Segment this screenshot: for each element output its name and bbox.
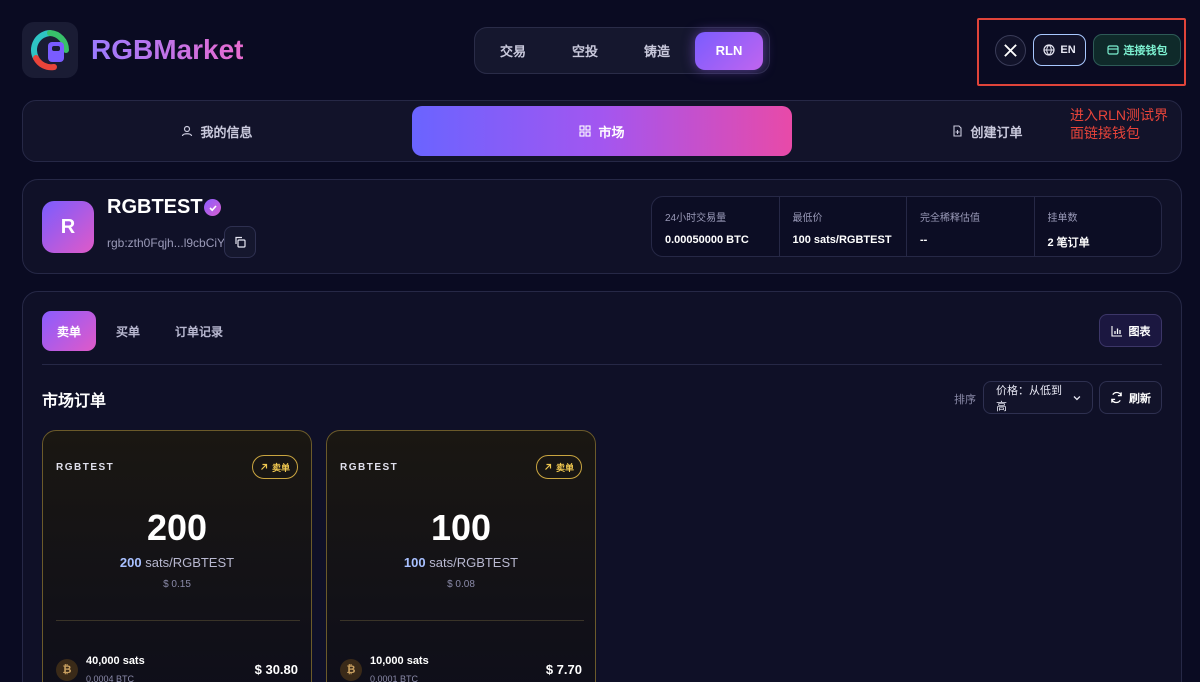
refresh-button[interactable]: 刷新 xyxy=(1099,381,1162,414)
refresh-button-label: 刷新 xyxy=(1129,392,1151,405)
stat-value: 0.00050000 BTC xyxy=(665,234,749,246)
order-price-number: 200 xyxy=(119,555,142,570)
section-tab-create-order-label: 创建订单 xyxy=(970,124,1023,140)
app-logo[interactable] xyxy=(22,22,78,78)
stat-value: -- xyxy=(920,234,928,246)
order-total-usd: $ 30.80 xyxy=(254,662,298,677)
section-tab-profile[interactable]: 我的信息 xyxy=(28,106,406,156)
order-tab-buy[interactable]: 买单 xyxy=(104,311,152,351)
stat-label: 24小时交易量 xyxy=(665,213,727,224)
file-plus-icon xyxy=(953,125,963,137)
grid-icon xyxy=(579,125,592,137)
order-tab-history[interactable]: 订单记录 xyxy=(166,311,232,351)
order-card[interactable]: RGBTEST 卖单 200 200 sats/RGBTEST $ 0.15 ₿… xyxy=(42,430,312,682)
refresh-icon xyxy=(1111,391,1122,404)
order-total-sats: 40,000 sats xyxy=(86,655,145,667)
globe-icon xyxy=(1043,44,1055,56)
connect-wallet-button[interactable]: 连接钱包 xyxy=(1093,34,1181,66)
section-tab-market-label: 市场 xyxy=(598,124,625,140)
connect-wallet-label: 连接钱包 xyxy=(1123,45,1168,57)
x-social-button[interactable] xyxy=(995,35,1026,66)
bar-chart-icon xyxy=(1110,325,1122,337)
stat-label: 最低价 xyxy=(792,213,823,224)
bitcoin-icon: ₿ xyxy=(340,659,362,681)
divider xyxy=(340,620,584,621)
stat-value: 100 sats/RGBTEST xyxy=(792,234,892,246)
order-price-unit: sats/RGBTEST xyxy=(429,555,519,570)
order-type-label: 卖单 xyxy=(271,462,290,473)
stat-volume: 24小时交易量 0.00050000 BTC xyxy=(652,197,780,256)
order-price-unit: sats/RGBTEST xyxy=(145,555,235,570)
stat-listings: 挂单数 2 笔订单 xyxy=(1035,197,1162,256)
stat-label: 挂单数 xyxy=(1047,213,1078,224)
x-logo-icon xyxy=(1004,44,1017,57)
order-unit-price: 100 sats/RGBTEST xyxy=(327,555,595,570)
market-orders-title: 市场订单 xyxy=(42,393,107,410)
user-icon xyxy=(182,125,193,137)
section-tab-profile-label: 我的信息 xyxy=(200,124,253,140)
order-total-btc: 0.0004 BTC xyxy=(86,674,135,682)
token-stats: 24小时交易量 0.00050000 BTC 最低价 100 sats/RGBT… xyxy=(651,196,1162,257)
order-amount: 200 xyxy=(146,507,208,548)
order-token-name: RGBTEST xyxy=(340,462,399,473)
arrow-up-right-icon xyxy=(545,463,552,470)
topnav-tab-airdrop[interactable]: 空投 xyxy=(551,32,619,70)
order-unit-usd: $ 0.15 xyxy=(163,579,191,590)
annotation-note: 进入RLN测试界面链接钱包 xyxy=(1070,107,1169,141)
topnav-tab-trade[interactable]: 交易 xyxy=(479,32,547,70)
rgb-logo-icon xyxy=(31,30,70,71)
wallet-icon xyxy=(1106,45,1119,55)
order-amount: 100 xyxy=(430,507,492,548)
order-unit-usd: $ 0.08 xyxy=(447,579,475,590)
section-tab-market[interactable]: 市场 xyxy=(412,106,792,156)
check-icon xyxy=(208,204,217,211)
stat-value: 2 笔订单 xyxy=(1047,237,1090,249)
sort-select[interactable]: 价格：从低到高 xyxy=(983,381,1093,414)
stat-floor-price: 最低价 100 sats/RGBTEST xyxy=(780,197,907,256)
top-navigation: 交易 空投 铸造 RLN xyxy=(474,27,770,74)
copy-address-button[interactable] xyxy=(224,226,256,258)
sort-select-value: 价格：从低到高 xyxy=(996,384,1062,413)
brand-name[interactable]: RGBMarket xyxy=(91,34,243,66)
topnav-tab-rln[interactable]: RLN xyxy=(695,31,763,70)
order-type-badge: 卖单 xyxy=(536,455,582,479)
order-unit-price: 200 sats/RGBTEST xyxy=(43,555,311,570)
stat-label: 完全稀释估值 xyxy=(920,213,980,224)
verified-badge-icon xyxy=(204,199,221,216)
order-total-sats: 10,000 sats xyxy=(370,655,429,667)
order-token-name: RGBTEST xyxy=(56,462,115,473)
order-card[interactable]: RGBTEST 卖单 100 100 sats/RGBTEST $ 0.08 ₿… xyxy=(326,430,596,682)
divider xyxy=(42,364,1162,365)
language-button[interactable]: EN xyxy=(1033,34,1086,66)
bitcoin-icon: ₿ xyxy=(56,659,78,681)
order-type-label: 卖单 xyxy=(555,462,574,473)
token-avatar: R xyxy=(42,201,94,253)
arrow-up-right-icon xyxy=(261,463,268,470)
sort-label: 排序 xyxy=(954,394,976,406)
token-name: RGBTEST xyxy=(107,196,203,218)
chart-button[interactable]: 图表 xyxy=(1099,314,1162,347)
chevron-down-icon xyxy=(1073,395,1081,400)
language-label: EN xyxy=(1060,44,1076,56)
order-total-btc: 0.0001 BTC xyxy=(370,674,419,682)
order-tab-sell[interactable]: 卖单 xyxy=(42,311,96,351)
copy-icon xyxy=(235,236,246,248)
token-address: rgb:zth0Fqjh...l9cbCiY xyxy=(107,236,226,250)
topnav-tab-mint[interactable]: 铸造 xyxy=(623,32,691,70)
divider xyxy=(56,620,300,621)
chart-button-label: 图表 xyxy=(1128,325,1151,338)
stat-fdv: 完全稀释估值 -- xyxy=(907,197,1035,256)
order-total-usd: $ 7.70 xyxy=(545,662,582,677)
order-price-number: 100 xyxy=(403,555,426,570)
order-type-badge: 卖单 xyxy=(252,455,298,479)
